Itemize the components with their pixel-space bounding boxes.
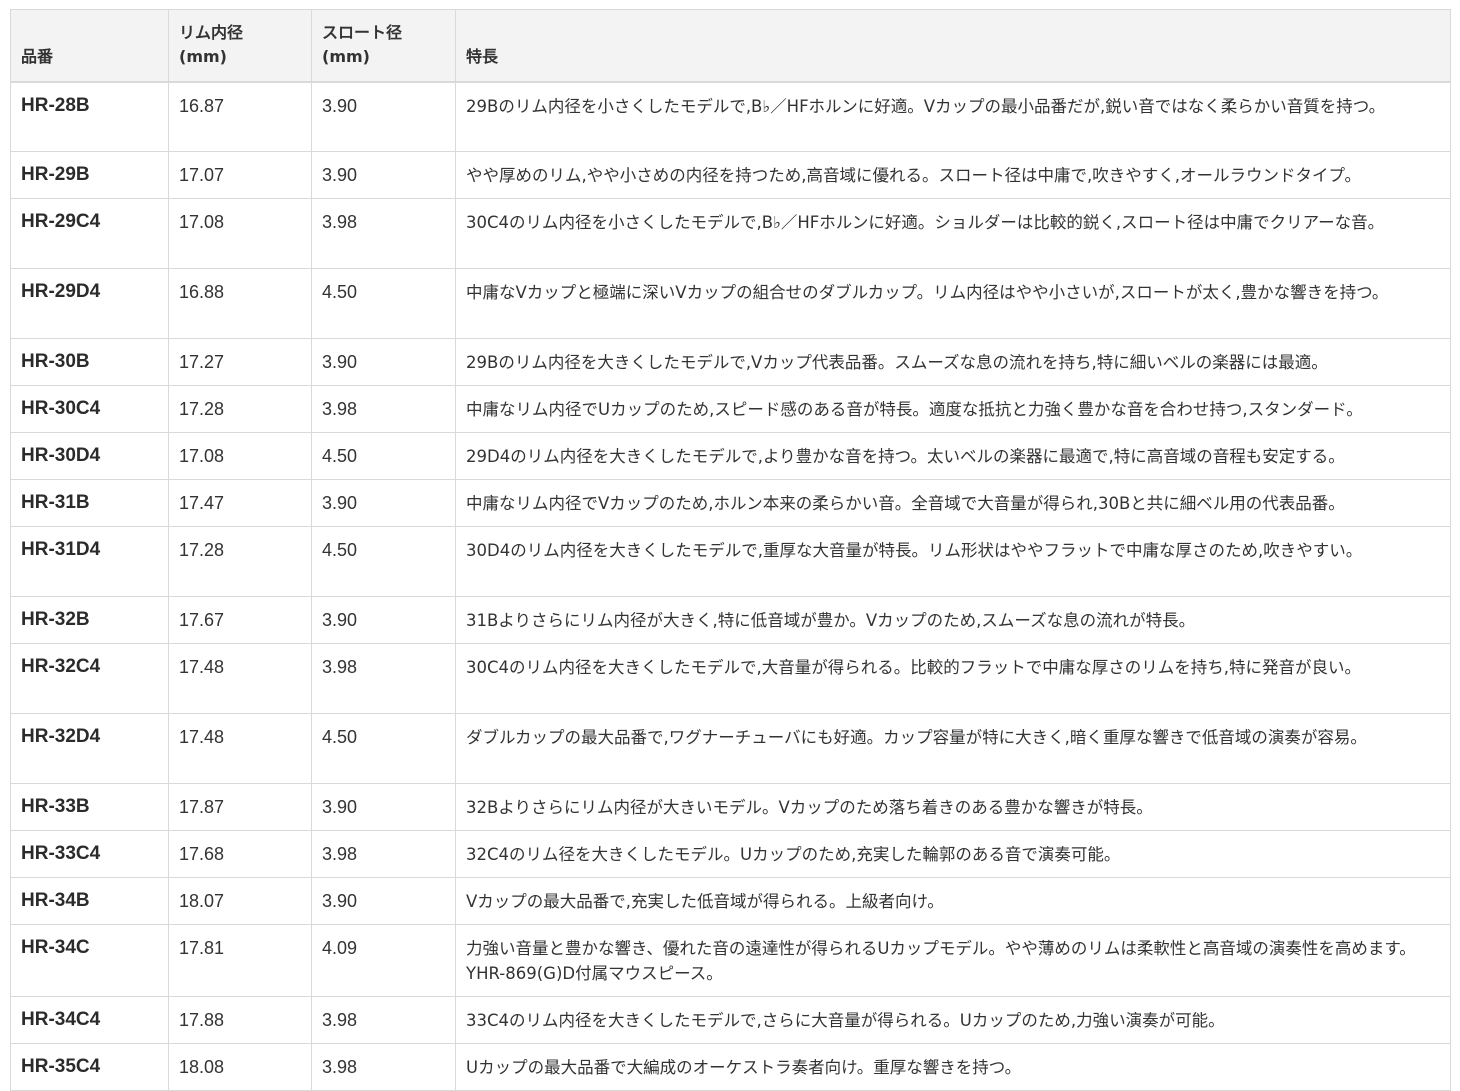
cell-feature: 中庸なリム内径でUカップのため,スピード感のある音が特長。適度な抵抗と力強く豊か…: [455, 385, 1451, 433]
table-row: HR-29D4 16.88 4.50 中庸なVカップと極端に深いVカップの組合せ…: [10, 268, 1451, 339]
cell-feature: 中庸なリム内径でVカップのため,ホルン本来の柔らかい音。全音域で大音量が得られ,…: [455, 479, 1451, 527]
cell-feature: 32C4のリム径を大きくしたモデル。Uカップのため,充実した輪郭のある音で演奏可…: [455, 830, 1451, 878]
cell-rim: 17.27: [168, 338, 312, 386]
cell-throat: 3.98: [311, 830, 456, 878]
cell-model: HR-34B: [10, 877, 169, 925]
table-row: HR-34C 17.81 4.09 力強い音量と豊かな響き、優れた音の遠達性が得…: [10, 924, 1451, 997]
cell-model: HR-32B: [10, 596, 169, 644]
cell-feature: 29Bのリム内径を小さくしたモデルで,B♭／HFホルンに好適。Vカップの最小品番…: [455, 81, 1451, 152]
cell-feature: 力強い音量と豊かな響き、優れた音の遠達性が得られるUカップモデル。やや薄めのリム…: [455, 924, 1451, 997]
header-row: 品番 リム内径 (mm) スロート径 (mm) 特長: [10, 9, 1451, 83]
cell-feature: Vカップの最大品番で,充実した低音域が得られる。上級者向け。: [455, 877, 1451, 925]
header-throat-diameter: スロート径 (mm): [311, 9, 456, 83]
cell-model: HR-29C4: [10, 198, 169, 269]
cell-rim: 17.48: [168, 643, 312, 714]
table-row: HR-35C4 18.08 3.98 Uカップの最大品番で大編成のオーケストラ奏…: [10, 1043, 1451, 1091]
table-row: HR-29C4 17.08 3.98 30C4のリム内径を小さくしたモデルで,B…: [10, 198, 1451, 269]
cell-model: HR-32C4: [10, 643, 169, 714]
cell-model: HR-33B: [10, 783, 169, 831]
cell-throat: 3.98: [311, 996, 456, 1044]
table-row: HR-30C4 17.28 3.98 中庸なリム内径でUカップのため,スピード感…: [10, 385, 1451, 433]
cell-model: HR-30D4: [10, 432, 169, 480]
cell-feature: ダブルカップの最大品番で,ワグナーチューバにも好適。カップ容量が特に大きく,暗く…: [455, 713, 1451, 784]
cell-throat: 3.90: [311, 877, 456, 925]
cell-feature: やや厚めのリム,やや小さめの内径を持つため,高音域に優れる。スロート径は中庸で,…: [455, 151, 1451, 199]
table-row: HR-32D4 17.48 4.50 ダブルカップの最大品番で,ワグナーチューバ…: [10, 713, 1451, 784]
cell-rim: 18.07: [168, 877, 312, 925]
cell-rim: 17.47: [168, 479, 312, 527]
cell-rim: 17.81: [168, 924, 312, 997]
cell-model: HR-31D4: [10, 526, 169, 597]
cell-feature: 30C4のリム内径を小さくしたモデルで,B♭／HFホルンに好適。ショルダーは比較…: [455, 198, 1451, 269]
cell-rim: 17.28: [168, 385, 312, 433]
cell-rim: 16.88: [168, 268, 312, 339]
table-row: HR-30D4 17.08 4.50 29D4のリム内径を大きくしたモデルで,よ…: [10, 432, 1451, 480]
cell-throat: 4.09: [311, 924, 456, 997]
cell-feature: Uカップの最大品番で大編成のオーケストラ奏者向け。重厚な響きを持つ。: [455, 1043, 1451, 1091]
table-row: HR-31D4 17.28 4.50 30D4のリム内径を大きくしたモデルで,重…: [10, 526, 1451, 597]
cell-throat: 4.50: [311, 432, 456, 480]
cell-rim: 17.08: [168, 198, 312, 269]
cell-model: HR-32D4: [10, 713, 169, 784]
cell-feature: 32Bよりさらにリム内径が大きいモデル。Vカップのため落ち着きのある豊かな響きが…: [455, 783, 1451, 831]
cell-model: HR-33C4: [10, 830, 169, 878]
cell-model: HR-34C: [10, 924, 169, 997]
cell-feature: 29D4のリム内径を大きくしたモデルで,より豊かな音を持つ。太いベルの楽器に最適…: [455, 432, 1451, 480]
cell-throat: 4.50: [311, 526, 456, 597]
cell-throat: 3.90: [311, 338, 456, 386]
mouthpiece-spec-table: 品番 リム内径 (mm) スロート径 (mm) 特長 HR-28B 16.87 …: [10, 9, 1451, 1091]
table-row: HR-32C4 17.48 3.98 30C4のリム内径を大きくしたモデルで,大…: [10, 643, 1451, 714]
cell-throat: 3.90: [311, 81, 456, 152]
table-row: HR-33C4 17.68 3.98 32C4のリム径を大きくしたモデル。Uカッ…: [10, 830, 1451, 878]
cell-feature: 中庸なVカップと極端に深いVカップの組合せのダブルカップ。リム内径はやや小さいが…: [455, 268, 1451, 339]
cell-model: HR-30C4: [10, 385, 169, 433]
cell-model: HR-34C4: [10, 996, 169, 1044]
cell-feature: 30D4のリム内径を大きくしたモデルで,重厚な大音量が特長。リム形状はややフラッ…: [455, 526, 1451, 597]
cell-feature: 30C4のリム内径を大きくしたモデルで,大音量が得られる。比較的フラットで中庸な…: [455, 643, 1451, 714]
cell-rim: 17.28: [168, 526, 312, 597]
table-header: 品番 リム内径 (mm) スロート径 (mm) 特長: [10, 9, 1451, 83]
table-row: HR-34B 18.07 3.90 Vカップの最大品番で,充実した低音域が得られ…: [10, 877, 1451, 925]
header-feature: 特長: [455, 9, 1451, 83]
cell-throat: 3.90: [311, 596, 456, 644]
cell-model: HR-30B: [10, 338, 169, 386]
cell-throat: 3.90: [311, 151, 456, 199]
cell-throat: 3.98: [311, 1043, 456, 1091]
header-model: 品番: [10, 9, 169, 83]
cell-feature: 33C4のリム内径を大きくしたモデルで,さらに大音量が得られる。Uカップのため,…: [455, 996, 1451, 1044]
table-row: HR-28B 16.87 3.90 29Bのリム内径を小さくしたモデルで,B♭／…: [10, 81, 1451, 152]
cell-rim: 17.48: [168, 713, 312, 784]
cell-rim: 17.87: [168, 783, 312, 831]
table-row: HR-32B 17.67 3.90 31Bよりさらにリム内径が大きく,特に低音域…: [10, 596, 1451, 644]
cell-throat: 4.50: [311, 713, 456, 784]
table-row: HR-29B 17.07 3.90 やや厚めのリム,やや小さめの内径を持つため,…: [10, 151, 1451, 199]
cell-rim: 17.67: [168, 596, 312, 644]
cell-throat: 4.50: [311, 268, 456, 339]
cell-model: HR-31B: [10, 479, 169, 527]
table-row: HR-34C4 17.88 3.98 33C4のリム内径を大きくしたモデルで,さ…: [10, 996, 1451, 1044]
table-row: HR-30B 17.27 3.90 29Bのリム内径を大きくしたモデルで,Vカッ…: [10, 338, 1451, 386]
cell-throat: 3.98: [311, 643, 456, 714]
cell-throat: 3.90: [311, 783, 456, 831]
cell-model: HR-28B: [10, 81, 169, 152]
mouthpiece-spec-table-container: 品番 リム内径 (mm) スロート径 (mm) 特長 HR-28B 16.87 …: [10, 9, 1451, 1091]
table-row: HR-31B 17.47 3.90 中庸なリム内径でVカップのため,ホルン本来の…: [10, 479, 1451, 527]
cell-rim: 17.08: [168, 432, 312, 480]
cell-throat: 3.90: [311, 479, 456, 527]
cell-throat: 3.98: [311, 198, 456, 269]
table-row: HR-33B 17.87 3.90 32Bよりさらにリム内径が大きいモデル。Vカ…: [10, 783, 1451, 831]
cell-model: HR-29D4: [10, 268, 169, 339]
cell-model: HR-29B: [10, 151, 169, 199]
table-body: HR-28B 16.87 3.90 29Bのリム内径を小さくしたモデルで,B♭／…: [10, 81, 1451, 1091]
cell-rim: 16.87: [168, 81, 312, 152]
cell-rim: 17.88: [168, 996, 312, 1044]
cell-model: HR-35C4: [10, 1043, 169, 1091]
cell-rim: 18.08: [168, 1043, 312, 1091]
cell-feature: 29Bのリム内径を大きくしたモデルで,Vカップ代表品番。スムーズな息の流れを持ち…: [455, 338, 1451, 386]
cell-throat: 3.98: [311, 385, 456, 433]
cell-feature: 31Bよりさらにリム内径が大きく,特に低音域が豊か。Vカップのため,スムーズな息…: [455, 596, 1451, 644]
header-rim-diameter: リム内径 (mm): [168, 9, 312, 83]
cell-rim: 17.07: [168, 151, 312, 199]
cell-rim: 17.68: [168, 830, 312, 878]
